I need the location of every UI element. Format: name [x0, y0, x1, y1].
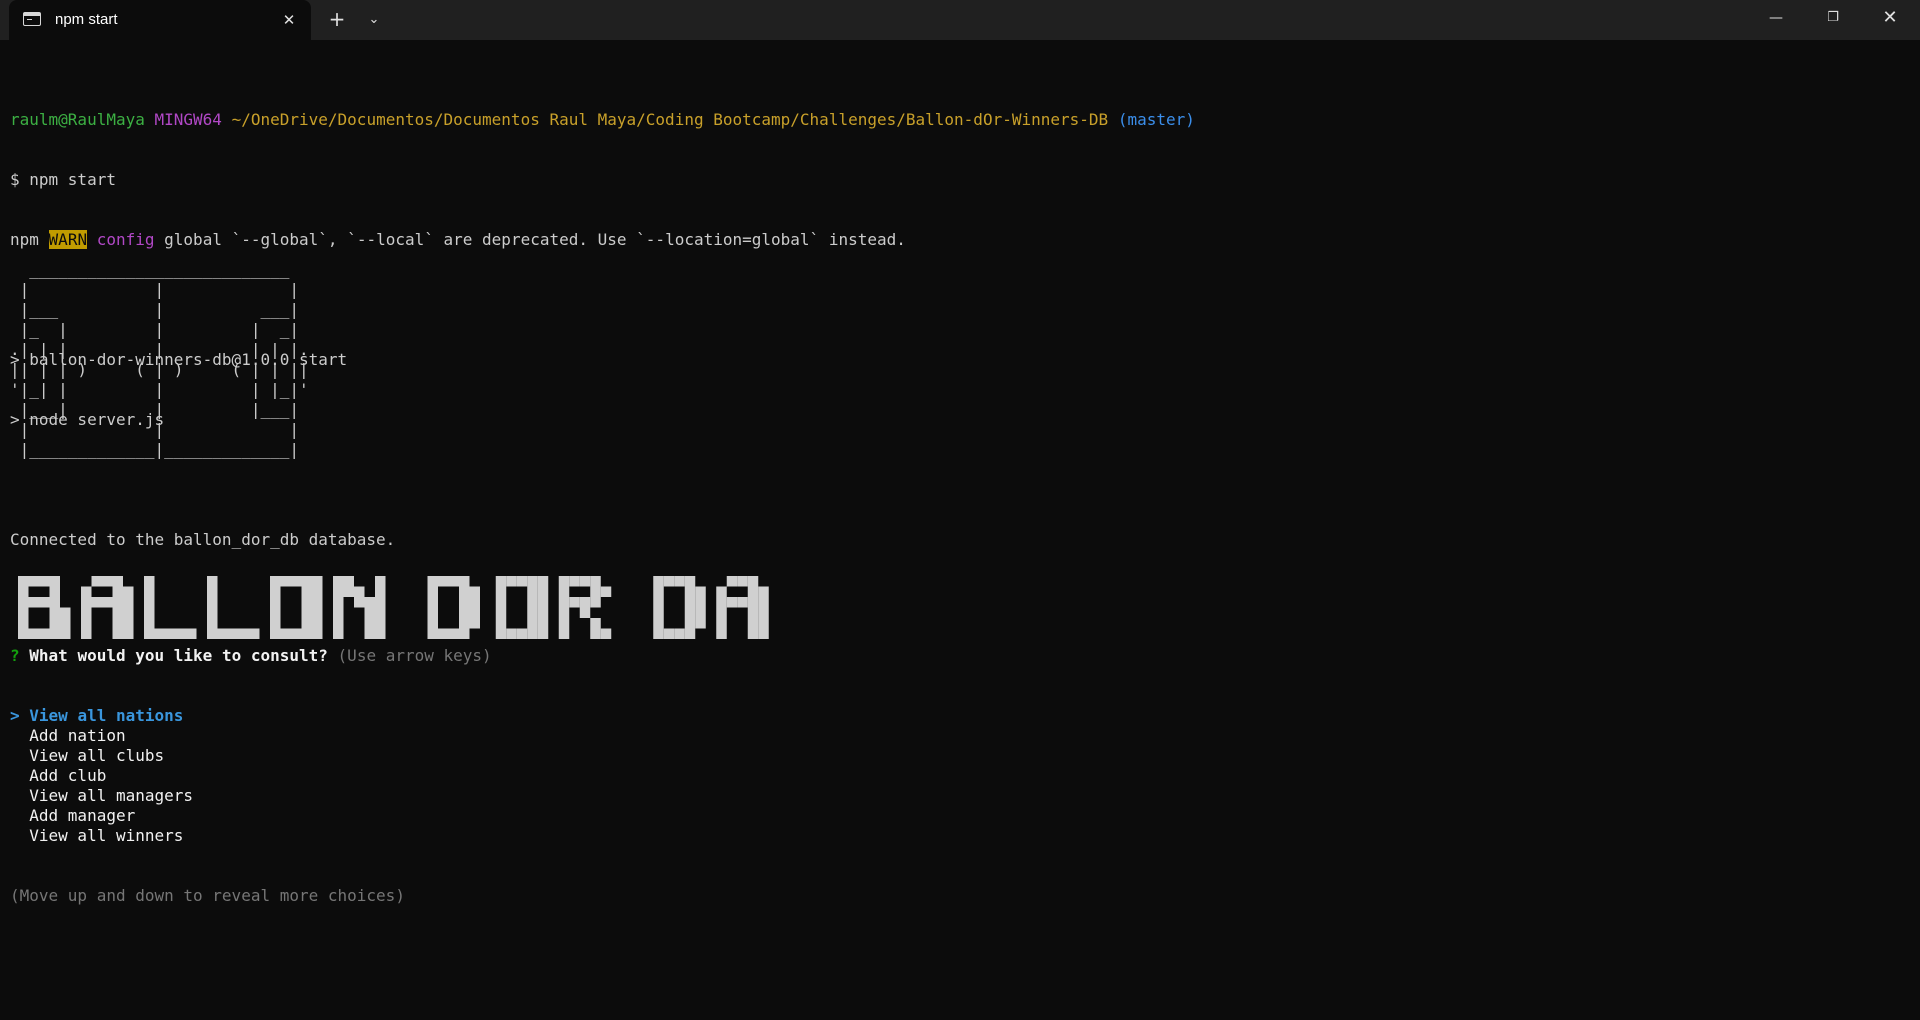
close-tab-icon[interactable]: ✕ [279, 10, 299, 30]
ascii-art-line: || | | ) ( | ) ( | | || [10, 360, 309, 379]
title-bar: npm start ✕ + ⌄ — ❐ ✕ [0, 0, 1920, 40]
more-choices-hint: (Move up and down to reveal more choices… [10, 886, 405, 905]
ascii-art-line: | | | [10, 280, 299, 299]
choice-label: View all winners [29, 826, 184, 845]
ascii-art-trophy: ___________________________ | | | |___ |… [10, 260, 309, 460]
banner-letter [558, 576, 612, 639]
terminal-output[interactable]: raulm@RaulMaya MINGW64 ~/OneDrive/Docume… [10, 70, 1910, 1010]
command-line: $ npm start [10, 170, 116, 189]
choice-list[interactable]: > View all nations Add nation View all c… [10, 706, 492, 846]
choice-item[interactable]: View all managers [10, 786, 492, 806]
ascii-art-line: |_ | | | _| [10, 320, 299, 339]
choice-item[interactable]: View all winners [10, 826, 492, 846]
warn-prefix: npm [10, 230, 39, 249]
choice-label: Add manager [29, 806, 136, 825]
minimize-button[interactable]: — [1748, 0, 1804, 36]
ascii-art-line: ___________________________ [10, 260, 290, 279]
inquirer-prompt[interactable]: ? What would you like to consult? (Use a… [10, 606, 492, 946]
banner-letter [653, 576, 706, 639]
choice-pointer: > [10, 706, 20, 725]
restore-button[interactable]: ❐ [1805, 0, 1861, 36]
choice-item[interactable]: Add nation [10, 726, 492, 746]
choice-label: View all clubs [29, 746, 165, 765]
close-window-button[interactable]: ✕ [1862, 0, 1918, 36]
tab-dropdown-button[interactable]: ⌄ [362, 8, 386, 32]
ascii-art-line: |_____________|_____________| [10, 440, 299, 459]
choice-label: View all nations [29, 706, 184, 725]
warn-kind: config [96, 230, 155, 249]
prompt-user: raulm@RaulMaya [10, 110, 145, 129]
choice-item[interactable]: Add club [10, 766, 492, 786]
question-text: What would you like to consult? [29, 646, 328, 665]
prompt-line: raulm@RaulMaya MINGW64 ~/OneDrive/Docume… [10, 110, 1910, 130]
prompt-branch: (master) [1117, 110, 1195, 129]
question-mark: ? [10, 646, 20, 665]
terminal-tab[interactable]: npm start ✕ [9, 0, 311, 40]
prompt-env: MINGW64 [154, 110, 222, 129]
question-hint: (Use arrow keys) [337, 646, 492, 665]
ascii-art-line: |___| | |___| [10, 400, 299, 419]
banner-letter [495, 576, 549, 639]
choice-item[interactable]: Add manager [10, 806, 492, 826]
ascii-art-line: | | | [10, 420, 299, 439]
ascii-art-line: '|_| | | | |_|' [10, 380, 309, 399]
ascii-art-line: .| | | | | | |. [10, 340, 309, 359]
tab-title: npm start [55, 11, 118, 28]
warn-line: npm WARN config global `--global`, `--lo… [10, 230, 1910, 250]
choice-label: View all managers [29, 786, 194, 805]
new-tab-button[interactable]: + [324, 8, 350, 32]
prompt-path: ~/OneDrive/Documentos/Documentos Raul Ma… [231, 110, 1109, 129]
warn-text: global `--global`, `--local` are depreca… [164, 230, 906, 249]
terminal-icon [23, 12, 41, 26]
choice-item[interactable]: View all clubs [10, 746, 492, 766]
banner-letter [716, 576, 769, 639]
warn-badge: WARN [48, 230, 88, 249]
choice-label: Add club [29, 766, 107, 785]
connected-message: Connected to the ballon_dor_db database. [10, 530, 396, 549]
choice-item[interactable]: > View all nations [10, 706, 492, 726]
choice-label: Add nation [29, 726, 126, 745]
ascii-art-line: |___ | ___| [10, 300, 299, 319]
question-line: ? What would you like to consult? (Use a… [10, 646, 492, 666]
